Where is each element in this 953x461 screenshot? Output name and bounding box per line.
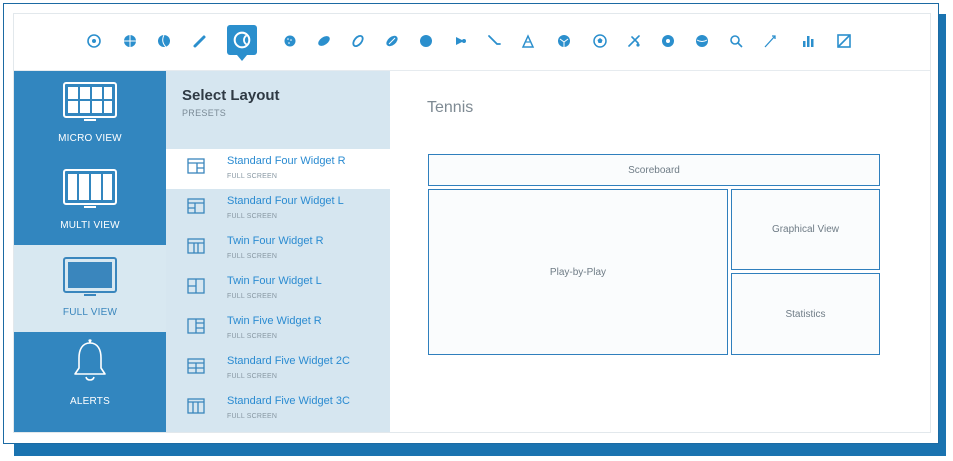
preset-item[interactable]: Standard Four Widget L FULL SCREEN	[166, 189, 390, 229]
preset-name: Standard Four Widget R	[227, 155, 346, 167]
presets-title: Select Layout	[182, 87, 280, 104]
preset-mode-tag: FULL SCREEN	[227, 293, 278, 300]
multi-view-label: MULTI VIEW	[60, 220, 120, 231]
water-polo-icon[interactable]	[694, 33, 710, 49]
scoreboard-widget[interactable]: Scoreboard	[428, 154, 880, 186]
preset-mode-tag: FULL SCREEN	[227, 213, 278, 220]
micro-view-button[interactable]: MICRO VIEW	[14, 71, 166, 158]
layout-grid-icon	[187, 238, 205, 254]
widget-config-app: MICRO VIEW MULTI VIEW FULL VIEW ALERTS S…	[13, 13, 931, 433]
volleyball-icon[interactable]	[156, 33, 172, 49]
full-view-label: FULL VIEW	[62, 307, 118, 318]
racing-flag-icon[interactable]	[520, 33, 536, 49]
layout-grid-icon	[187, 278, 205, 294]
bowling-ball-icon[interactable]	[418, 33, 434, 49]
table-tennis-icon[interactable]	[728, 33, 744, 49]
rugby-icon[interactable]	[384, 33, 400, 49]
layout-grid-icon	[187, 358, 205, 374]
preset-mode-tag: FULL SCREEN	[227, 253, 278, 260]
sport-selector-bar	[14, 14, 930, 71]
preset-mode-tag: FULL SCREEN	[227, 333, 278, 340]
micro-view-label: MICRO VIEW	[58, 133, 122, 144]
micro-view-icon	[63, 82, 117, 121]
ice-hockey-icon[interactable]	[626, 33, 642, 49]
badminton-icon[interactable]	[452, 33, 468, 49]
scoreboard-label: Scoreboard	[628, 164, 680, 176]
presets-subtitle: PRESETS	[182, 108, 227, 118]
multi-view-icon	[63, 169, 117, 208]
graphical-view-widget[interactable]: Graphical View	[731, 189, 880, 270]
basketball-icon[interactable]	[122, 33, 138, 49]
layout-presets-panel: Select Layout PRESETS Standard Four Widg…	[166, 71, 390, 432]
darts-icon[interactable]	[762, 33, 778, 49]
preset-mode-tag: FULL SCREEN	[227, 173, 278, 180]
preset-name: Standard Five Widget 3C	[227, 395, 350, 407]
statistics-widget[interactable]: Statistics	[731, 273, 880, 355]
graphical-view-label: Graphical View	[771, 224, 840, 235]
american-football-icon[interactable]	[316, 33, 332, 49]
play-by-play-label: Play-by-Play	[549, 266, 607, 278]
preset-name: Standard Five Widget 2C	[227, 355, 350, 367]
bell-icon	[74, 339, 106, 381]
statistics-icon[interactable]	[800, 33, 816, 49]
preset-name: Twin Five Widget R	[227, 315, 322, 327]
snooker-icon[interactable]	[660, 33, 676, 49]
preset-item[interactable]: Standard Five Widget 2C FULL SCREEN	[166, 349, 390, 389]
layout-grid-icon	[187, 318, 205, 334]
hockey-stick-icon[interactable]	[486, 33, 502, 49]
preset-item[interactable]: Twin Four Widget R FULL SCREEN	[166, 229, 390, 269]
preset-name: Twin Four Widget L	[227, 275, 322, 287]
layout-grid-icon	[187, 398, 205, 414]
futsal-icon[interactable]	[592, 33, 608, 49]
preset-mode-tag: FULL SCREEN	[227, 373, 278, 380]
alerts-button[interactable]: ALERTS	[14, 332, 166, 432]
rugby-ball-icon[interactable]	[350, 33, 366, 49]
view-sidebar: MICRO VIEW MULTI VIEW FULL VIEW ALERTS	[14, 71, 166, 432]
tennis-ball-icon[interactable]	[227, 25, 257, 61]
preset-item[interactable]: Standard Four Widget R FULL SCREEN	[166, 149, 390, 189]
layout-grid-icon	[187, 198, 205, 214]
sport-title: Tennis	[427, 99, 474, 116]
preset-mode-tag: FULL SCREEN	[227, 413, 278, 420]
multi-view-button[interactable]: MULTI VIEW	[14, 158, 166, 245]
preset-name: Standard Four Widget L	[227, 195, 344, 207]
other-sport-icon[interactable]	[836, 33, 852, 49]
preset-name: Twin Four Widget R	[227, 235, 324, 247]
soccer-ball-icon[interactable]	[86, 33, 102, 49]
play-by-play-widget[interactable]: Play-by-Play	[428, 189, 728, 355]
baseball-bat-icon[interactable]	[192, 33, 208, 49]
statistics-label: Statistics	[785, 308, 826, 320]
full-view-icon	[63, 257, 117, 296]
full-view-button[interactable]: FULL VIEW	[14, 245, 166, 332]
golf-ball-icon[interactable]	[282, 33, 298, 49]
layout-grid-icon	[187, 158, 205, 174]
preset-item[interactable]: Twin Five Widget R FULL SCREEN	[166, 309, 390, 349]
layout-preview: Tennis Scoreboard Play-by-Play Graphical…	[390, 71, 930, 432]
preset-item[interactable]: Standard Five Widget 3C FULL SCREEN	[166, 389, 390, 429]
preset-item[interactable]: Twin Four Widget L FULL SCREEN	[166, 269, 390, 309]
alerts-label: ALERTS	[70, 396, 110, 407]
handball-icon[interactable]	[556, 33, 572, 49]
